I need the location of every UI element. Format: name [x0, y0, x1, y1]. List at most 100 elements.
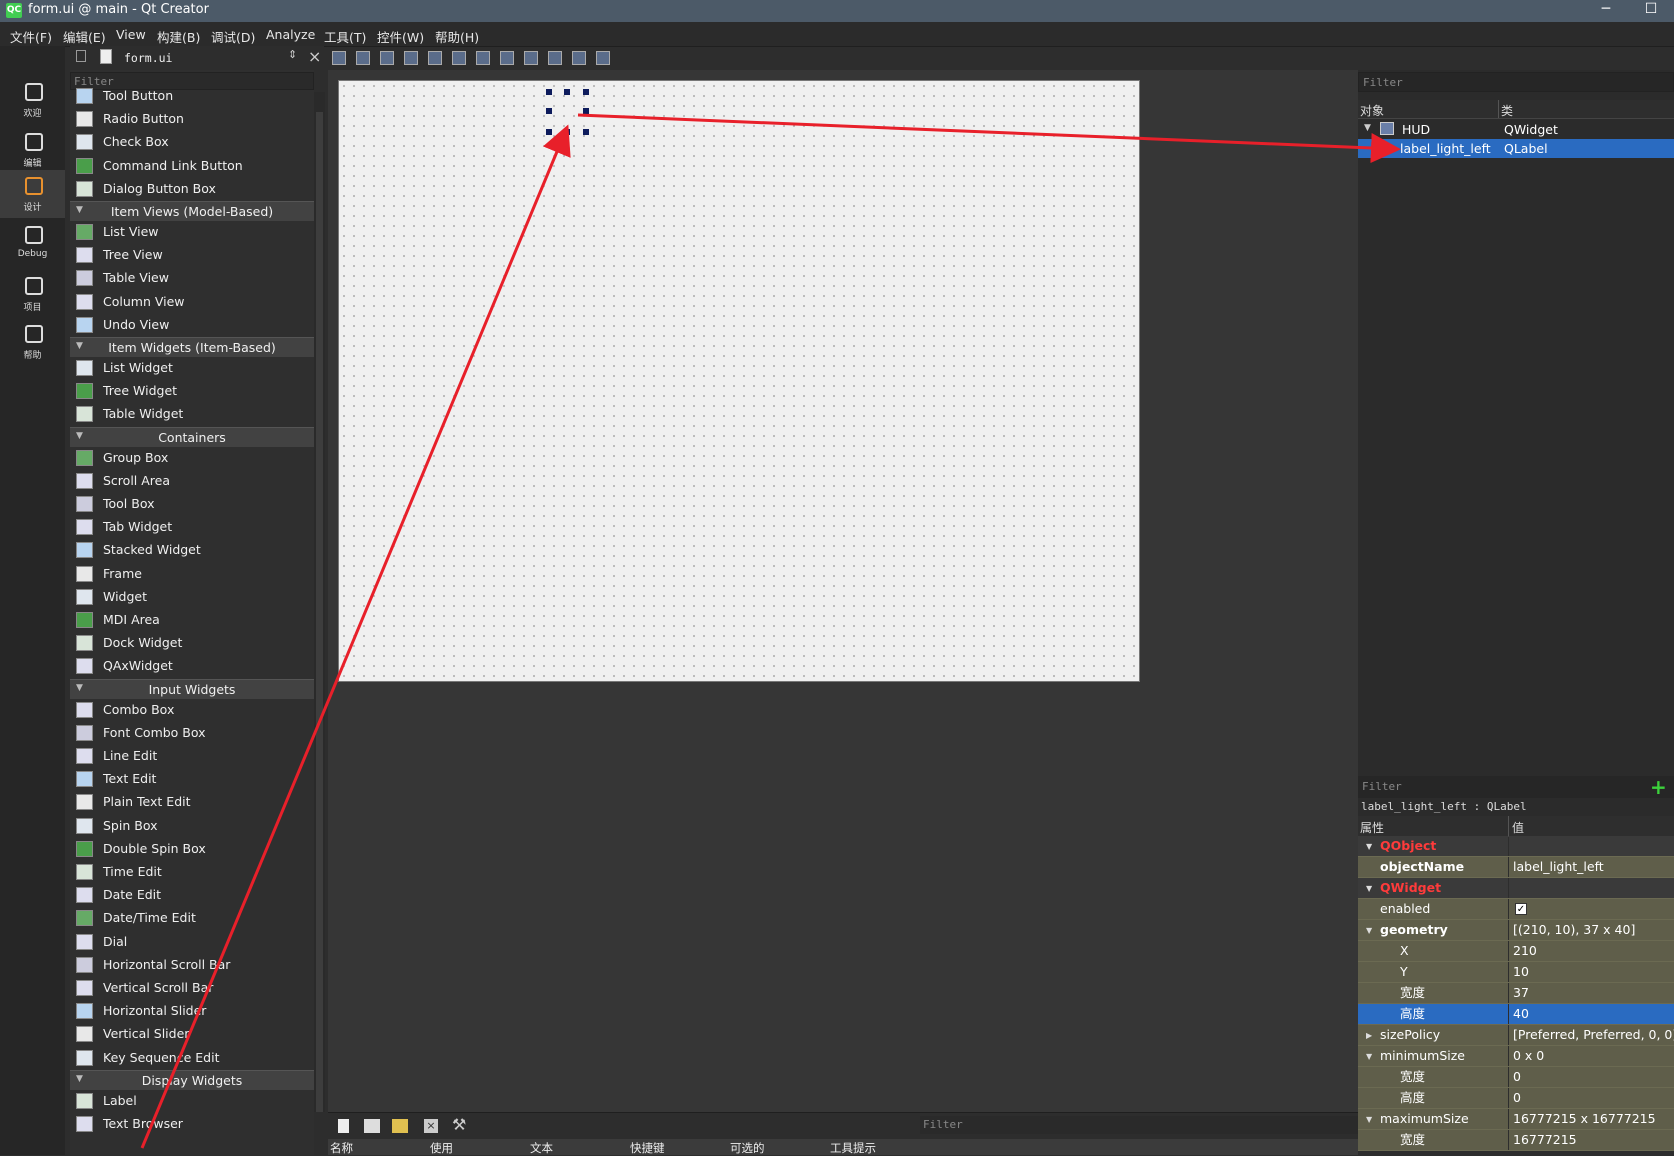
- minimize-button[interactable]: ─: [1596, 1, 1616, 17]
- mode-grid[interactable]: 欢迎: [0, 76, 65, 124]
- widget-item-date-edit[interactable]: Date Edit: [70, 883, 314, 907]
- category-containers[interactable]: ▼ Containers: [70, 426, 314, 447]
- object-row-hud[interactable]: ▼ HUD QWidget: [1358, 120, 1674, 139]
- delete-action-icon[interactable]: ×: [424, 1119, 438, 1133]
- object-filter-input[interactable]: Filter: [1358, 72, 1674, 92]
- widget-item-tool-button[interactable]: Tool Button: [70, 84, 314, 108]
- selection-handle[interactable]: [564, 89, 570, 95]
- widget-item-font-combo-box[interactable]: Font Combo Box: [70, 721, 314, 745]
- widget-item-mdi-area[interactable]: MDI Area: [70, 608, 314, 632]
- widget-item-undo-view[interactable]: Undo View: [70, 313, 314, 337]
- edit-signals-icon[interactable]: [356, 51, 370, 65]
- property-row--7[interactable]: 宽度 37: [1358, 983, 1674, 1004]
- widget-item-vertical-slider[interactable]: Vertical Slider: [70, 1022, 314, 1046]
- layout-horizontal-icon[interactable]: [428, 51, 442, 65]
- property-row-minimumsize-10[interactable]: minimumSize ▼ 0 x 0: [1358, 1046, 1674, 1067]
- layout-h-splitter-icon[interactable]: [476, 51, 490, 65]
- paste-action-icon[interactable]: [392, 1119, 408, 1133]
- mode-pencil[interactable]: 设计: [0, 170, 65, 218]
- widget-item-horizontal-scroll-bar[interactable]: Horizontal Scroll Bar: [70, 953, 314, 977]
- selection-handle[interactable]: [583, 89, 589, 95]
- widget-item-label[interactable]: Label: [70, 1089, 314, 1113]
- mode-bug[interactable]: Debug: [0, 219, 65, 267]
- widget-item-line-edit[interactable]: Line Edit: [70, 744, 314, 768]
- selection-handle[interactable]: [583, 108, 589, 114]
- enabled-checkbox[interactable]: ✓: [1515, 903, 1527, 915]
- close-icon[interactable]: ×: [308, 47, 321, 66]
- widget-item-column-view[interactable]: Column View: [70, 290, 314, 314]
- new-action-icon[interactable]: [338, 1119, 349, 1133]
- category-item-views-model-based[interactable]: ▼ Item Views (Model-Based): [70, 201, 314, 221]
- layout-form-icon[interactable]: [524, 51, 538, 65]
- lock-icon[interactable]: [76, 50, 86, 62]
- layout-vertical-icon[interactable]: [452, 51, 466, 65]
- selection-handle[interactable]: [546, 129, 552, 135]
- configure-icon[interactable]: ⚒: [452, 1115, 466, 1134]
- layout-grid-icon[interactable]: [548, 51, 562, 65]
- file-combo[interactable]: form.ui: [124, 51, 172, 65]
- widget-item-tab-widget[interactable]: Tab Widget: [70, 515, 314, 539]
- menu-item-8[interactable]: 帮助(H): [435, 27, 479, 46]
- edit-buddies-icon[interactable]: [380, 51, 394, 65]
- menu-item-0[interactable]: 文件(F): [10, 27, 52, 46]
- category-item-widgets-item-based[interactable]: ▼ Item Widgets (Item-Based): [70, 337, 314, 357]
- widget-item-tree-view[interactable]: Tree View: [70, 243, 314, 267]
- selection-handle[interactable]: [583, 129, 589, 135]
- property-row-geometry-4[interactable]: geometry ▼ [(210, 10), 37 x 40]: [1358, 920, 1674, 941]
- widget-item-list-view[interactable]: List View: [70, 220, 314, 244]
- selection-handle[interactable]: [546, 108, 552, 114]
- property-value[interactable]: 10: [1509, 962, 1674, 982]
- property-row-sizepolicy-9[interactable]: sizePolicy ▶ [Preferred, Preferred, 0, 0]: [1358, 1025, 1674, 1046]
- edit-widgets-icon[interactable]: [332, 51, 346, 65]
- mode-help[interactable]: 帮助: [0, 318, 65, 366]
- widget-item-dialog-button-box[interactable]: Dialog Button Box: [70, 177, 314, 201]
- widget-item-group-box[interactable]: Group Box: [70, 446, 314, 470]
- adjust-size-icon[interactable]: [596, 51, 610, 65]
- widget-item-widget[interactable]: Widget: [70, 585, 314, 609]
- property-row-x-5[interactable]: X 210: [1358, 941, 1674, 962]
- form-canvas-hud[interactable]: [338, 80, 1140, 682]
- widget-item-stacked-widget[interactable]: Stacked Widget: [70, 538, 314, 562]
- widget-item-spin-box[interactable]: Spin Box: [70, 814, 314, 838]
- scrollbar-thumb[interactable]: [316, 112, 323, 1112]
- property-value[interactable]: 0: [1509, 1067, 1674, 1087]
- widget-item-key-sequence-edit[interactable]: Key Sequence Edit: [70, 1046, 314, 1070]
- property-value[interactable]: 0 x 0: [1509, 1046, 1674, 1066]
- menu-item-7[interactable]: 控件(W): [377, 27, 424, 46]
- chevron-updown-icon[interactable]: ⇕: [288, 48, 297, 61]
- menu-item-4[interactable]: 调试(D): [211, 27, 255, 46]
- widget-item-list-widget[interactable]: List Widget: [70, 356, 314, 380]
- widget-item-double-spin-box[interactable]: Double Spin Box: [70, 837, 314, 861]
- property-row--11[interactable]: 宽度 0: [1358, 1067, 1674, 1088]
- property-row--12[interactable]: 高度 0: [1358, 1088, 1674, 1109]
- add-dynamic-property-icon[interactable]: +: [1650, 776, 1667, 798]
- property-filter-input[interactable]: Filter: [1358, 776, 1674, 798]
- widget-item-radio-button[interactable]: Radio Button: [70, 107, 314, 131]
- widget-item-dock-widget[interactable]: Dock Widget: [70, 631, 314, 655]
- widget-item-table-view[interactable]: Table View: [70, 266, 314, 290]
- category-input-widgets[interactable]: ▼ Input Widgets: [70, 678, 314, 699]
- property-row-qobject-0[interactable]: QObject ▼: [1358, 836, 1674, 857]
- property-row-qwidget-2[interactable]: QWidget ▼: [1358, 878, 1674, 899]
- property-row-enabled-3[interactable]: enabled ✓: [1358, 899, 1674, 920]
- menu-item-1[interactable]: 编辑(E): [63, 27, 106, 46]
- property-value[interactable]: [(210, 10), 37 x 40]: [1509, 920, 1674, 940]
- widget-item-tree-widget[interactable]: Tree Widget: [70, 379, 314, 403]
- property-row-y-6[interactable]: Y 10: [1358, 962, 1674, 983]
- action-filter-input[interactable]: Filter: [920, 1116, 1358, 1134]
- copy-action-icon[interactable]: [364, 1119, 380, 1133]
- menu-item-6[interactable]: 工具(T): [324, 27, 366, 46]
- widget-item-dial[interactable]: Dial: [70, 930, 314, 954]
- widget-item-text-edit[interactable]: Text Edit: [70, 767, 314, 791]
- property-value[interactable]: 0: [1509, 1088, 1674, 1108]
- property-row-maximumsize-13[interactable]: maximumSize ▼ 16777215 x 16777215: [1358, 1109, 1674, 1130]
- widget-item-check-box[interactable]: Check Box: [70, 130, 314, 154]
- selection-handle[interactable]: [564, 129, 570, 135]
- widget-item-frame[interactable]: Frame: [70, 562, 314, 586]
- property-value[interactable]: 40: [1509, 1004, 1674, 1024]
- property-row-objectname-1[interactable]: objectName label_light_left: [1358, 857, 1674, 878]
- widget-item-command-link-button[interactable]: Command Link Button: [70, 154, 314, 178]
- object-row-label-light-left[interactable]: label_light_left QLabel: [1358, 139, 1674, 158]
- widget-item-scroll-area[interactable]: Scroll Area: [70, 469, 314, 493]
- mode-document[interactable]: 编辑: [0, 126, 65, 174]
